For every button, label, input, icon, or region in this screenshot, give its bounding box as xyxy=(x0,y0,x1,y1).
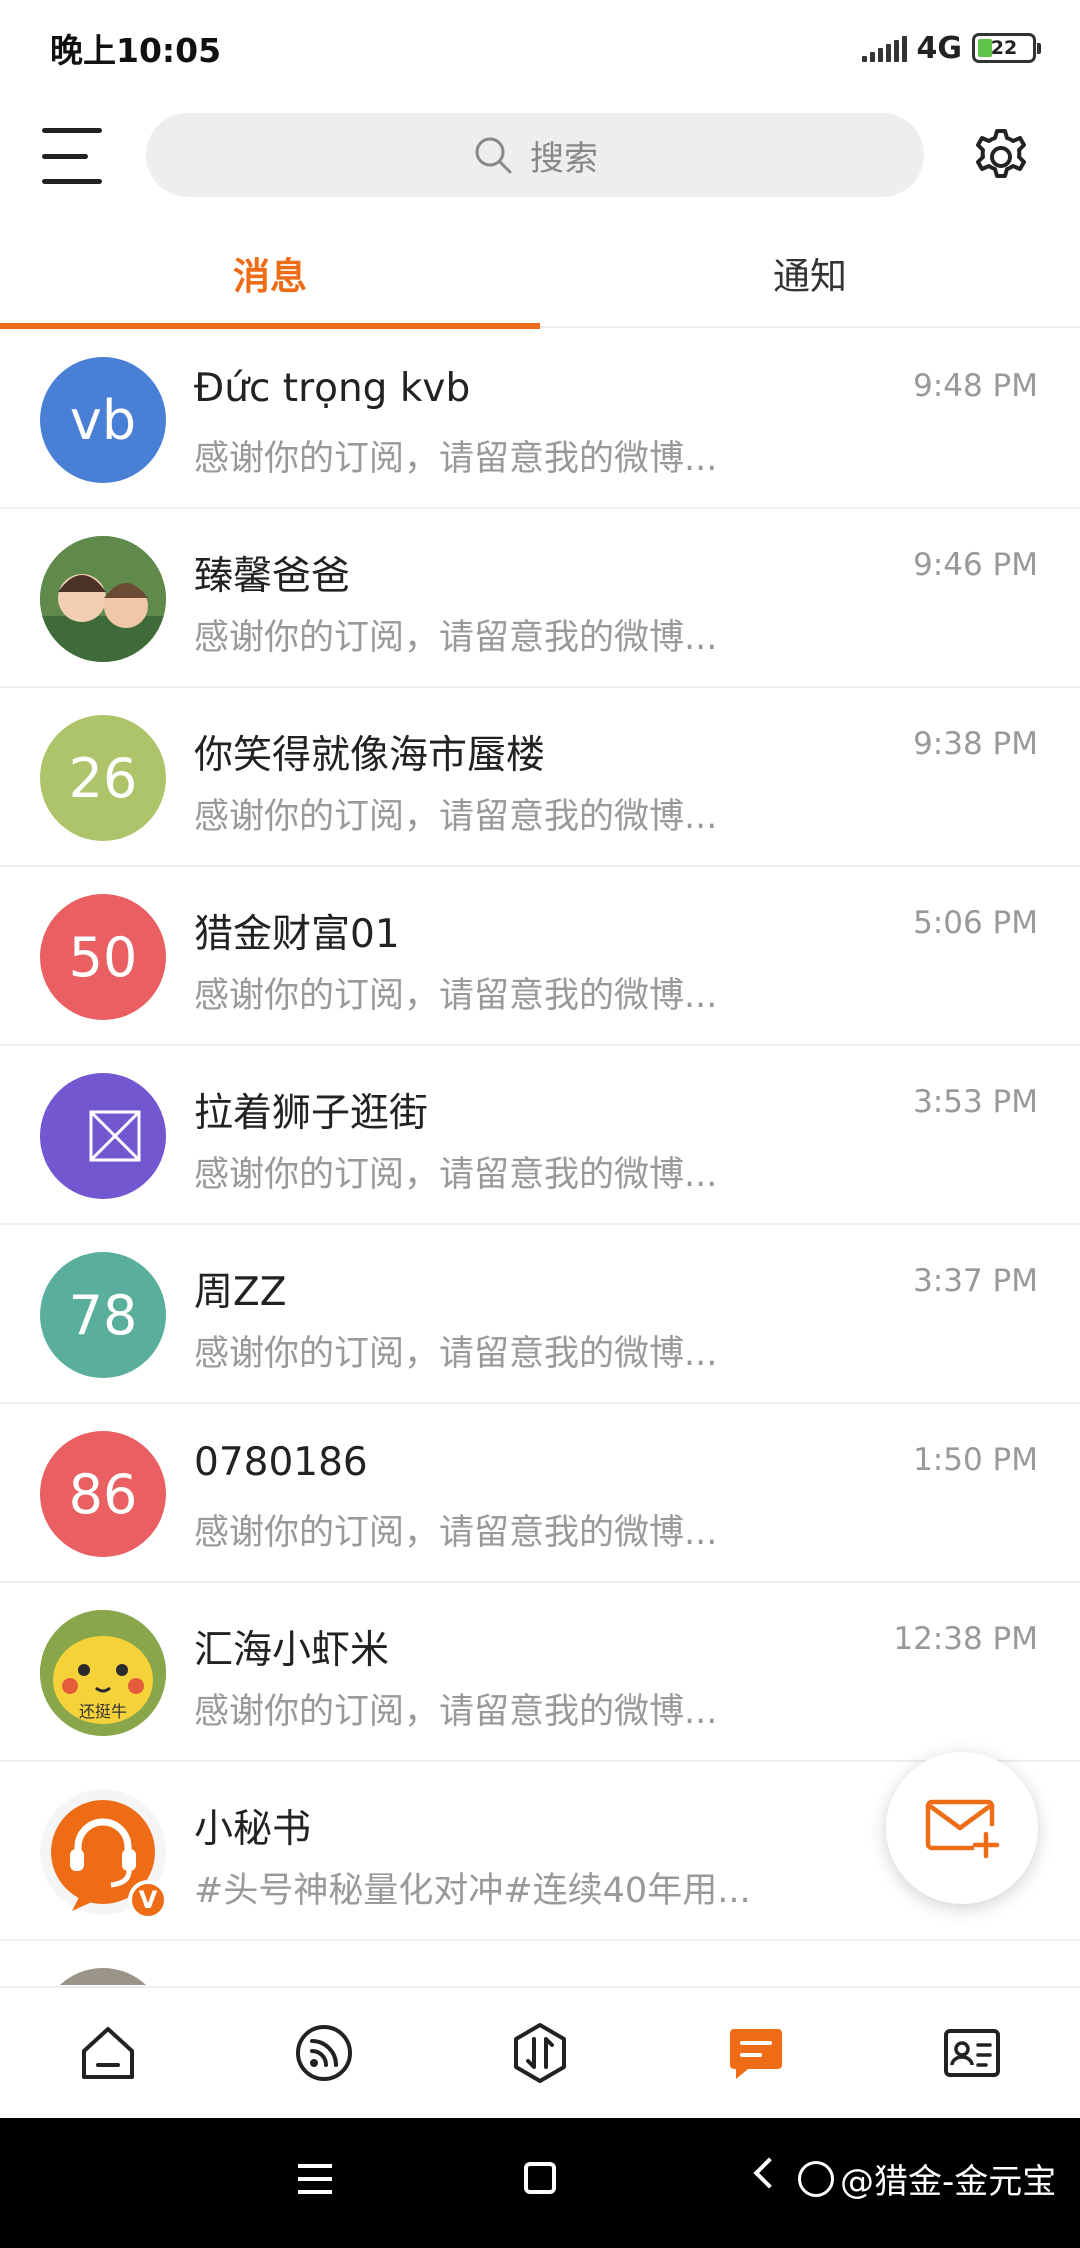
conversation-item[interactable]: 86 0780186 感谢你的订阅，请留意我的微博... 1:50 PM xyxy=(0,1404,1080,1583)
conversation-name: 猎金财富01 xyxy=(194,912,400,957)
tab-messages[interactable]: 消息 xyxy=(0,218,540,328)
conversation-time: 3:53 PM xyxy=(913,1084,1038,1120)
signal-icon xyxy=(861,34,907,62)
avatar: vb xyxy=(40,357,166,483)
mail-plus-icon xyxy=(925,1799,1000,1859)
avatar-initials: vb xyxy=(69,388,137,452)
nav-profile[interactable] xyxy=(864,1988,1080,2118)
menu-button[interactable] xyxy=(42,128,102,184)
home-icon xyxy=(82,2027,134,2079)
avatar-cartoon: 还挺牛 xyxy=(40,1610,166,1736)
conversation-preview: 感谢你的订阅，请留意我的微博... xyxy=(194,439,718,479)
conversation-time: 12:38 PM xyxy=(893,1621,1038,1657)
avatar-initials: 86 xyxy=(68,1462,138,1526)
conversation-preview: 感谢你的订阅，请留意我的微博... xyxy=(194,1513,718,1553)
conversation-item[interactable]: 50 猎金财富01 感谢你的订阅，请留意我的微博... 5:06 PM xyxy=(0,867,1080,1046)
conversation-item[interactable]: 还挺牛 汇海小虾米 感谢你的订阅，请留意我的微博... 12:38 PM xyxy=(0,1583,1080,1762)
status-bar: 晚上10:05 4G 22 xyxy=(0,0,1080,96)
avatar-initials: 78 xyxy=(68,1283,138,1347)
trade-icon xyxy=(514,2023,566,2083)
tab-notifications[interactable]: 通知 xyxy=(540,218,1080,328)
avatar: 50 xyxy=(40,894,166,1020)
conversation-item[interactable]: 78 周ZZ 感谢你的订阅，请留意我的微博... 3:37 PM xyxy=(0,1225,1080,1404)
conversation-item[interactable]: 臻馨爸爸 感谢你的订阅，请留意我的微博... 9:46 PM xyxy=(0,509,1080,688)
conversation-name: 汇海小虾米 xyxy=(194,1628,390,1673)
message-icon xyxy=(730,2029,782,2079)
conversation-item[interactable]: vb Đức trọng kvb 感谢你的订阅，请留意我的微博... 9:48 … xyxy=(0,330,1080,509)
conversation-time: 9:48 PM xyxy=(913,368,1038,404)
avatar-initials: 26 xyxy=(68,746,138,810)
menu-icon xyxy=(42,128,102,133)
watermark: @猎金-金元宝 xyxy=(798,2154,1056,2203)
avatar: 26 xyxy=(40,715,166,841)
conversation-item-partial[interactable] xyxy=(0,1941,1080,1985)
weibo-logo-icon xyxy=(798,2160,834,2197)
battery-icon: 22 xyxy=(972,33,1041,63)
active-tab-indicator xyxy=(0,323,540,329)
search-placeholder: 搜索 xyxy=(530,138,598,179)
conversation-preview: 感谢你的订阅，请留意我的微博... xyxy=(194,618,718,658)
conversation-name: 拉着狮子逛街 xyxy=(194,1091,429,1136)
conversation-time: 3:37 PM xyxy=(913,1263,1038,1299)
bottom-navigation xyxy=(0,1986,1080,2118)
search-input[interactable]: 搜索 xyxy=(146,113,924,197)
system-navigation-bar: @猎金-金元宝 xyxy=(0,2118,1080,2248)
nav-trade[interactable] xyxy=(432,1988,648,2118)
top-bar: 搜索 xyxy=(0,110,1080,200)
conversation-time: 9:46 PM xyxy=(913,547,1038,583)
feed-icon xyxy=(296,2025,352,2081)
conversation-name: 0780186 xyxy=(194,1440,368,1485)
nav-messages[interactable] xyxy=(648,1988,864,2118)
broken-image-icon xyxy=(89,1110,141,1162)
avatar xyxy=(40,1073,166,1199)
conversation-name: 你笑得就像海市蜃楼 xyxy=(194,733,546,778)
conversation-preview: #头号神秘量化对冲#连续40年用... xyxy=(194,1871,751,1911)
conversation-name: 周ZZ xyxy=(194,1270,287,1315)
children-photo-icon xyxy=(40,536,166,662)
settings-button[interactable] xyxy=(970,126,1032,188)
status-time: 晚上10:05 xyxy=(50,31,222,70)
nav-home[interactable] xyxy=(0,1988,216,2118)
avatar-initials: 50 xyxy=(68,925,138,989)
conversation-time: 9:38 PM xyxy=(913,726,1038,762)
search-icon xyxy=(475,137,512,174)
watermark-text: @猎金-金元宝 xyxy=(840,2162,1057,2202)
conversation-name: 小秘书 xyxy=(194,1807,312,1852)
conversation-time: 1:50 PM xyxy=(913,1442,1038,1478)
verified-badge: V xyxy=(128,1880,168,1920)
conversation-preview: 感谢你的订阅，请留意我的微博... xyxy=(194,1155,718,1195)
conversation-list[interactable]: vb Đức trọng kvb 感谢你的订阅，请留意我的微博... 9:48 … xyxy=(0,330,1080,1985)
avatar-caption: 还挺牛 xyxy=(78,1702,127,1721)
tab-bar: 消息 通知 xyxy=(0,218,1080,329)
avatar: 78 xyxy=(40,1252,166,1378)
conversation-preview: 感谢你的订阅，请留意我的微博... xyxy=(194,976,718,1016)
recent-apps-button[interactable] xyxy=(298,2164,332,2194)
conversation-preview: 感谢你的订阅，请留意我的微博... xyxy=(194,797,718,837)
home-button[interactable] xyxy=(524,2162,556,2194)
conversation-preview: 感谢你的订阅，请留意我的微博... xyxy=(194,1692,718,1732)
avatar-photo xyxy=(40,536,166,662)
gear-icon xyxy=(976,129,1026,178)
conversation-name: Đức trọng kvb xyxy=(194,366,471,411)
conversation-item[interactable]: 26 你笑得就像海市蜃楼 感谢你的订阅，请留意我的微博... 9:38 PM xyxy=(0,688,1080,867)
conversation-item[interactable]: 拉着狮子逛街 感谢你的订阅，请留意我的微博... 3:53 PM xyxy=(0,1046,1080,1225)
nav-feed[interactable] xyxy=(216,1988,432,2118)
status-indicators: 4G 22 xyxy=(861,30,1041,66)
compose-message-button[interactable] xyxy=(886,1752,1038,1904)
avatar: 86 xyxy=(40,1431,166,1557)
contact-card-icon xyxy=(944,2029,1000,2077)
conversation-time: 5:06 PM xyxy=(913,905,1038,941)
network-type: 4G xyxy=(916,30,963,66)
battery-level: 22 xyxy=(990,37,1018,59)
conversation-preview: 感谢你的订阅，请留意我的微博... xyxy=(194,1334,718,1374)
conversation-name: 臻馨爸爸 xyxy=(194,554,351,599)
avatar xyxy=(40,1968,166,1985)
back-button[interactable] xyxy=(753,2157,785,2189)
